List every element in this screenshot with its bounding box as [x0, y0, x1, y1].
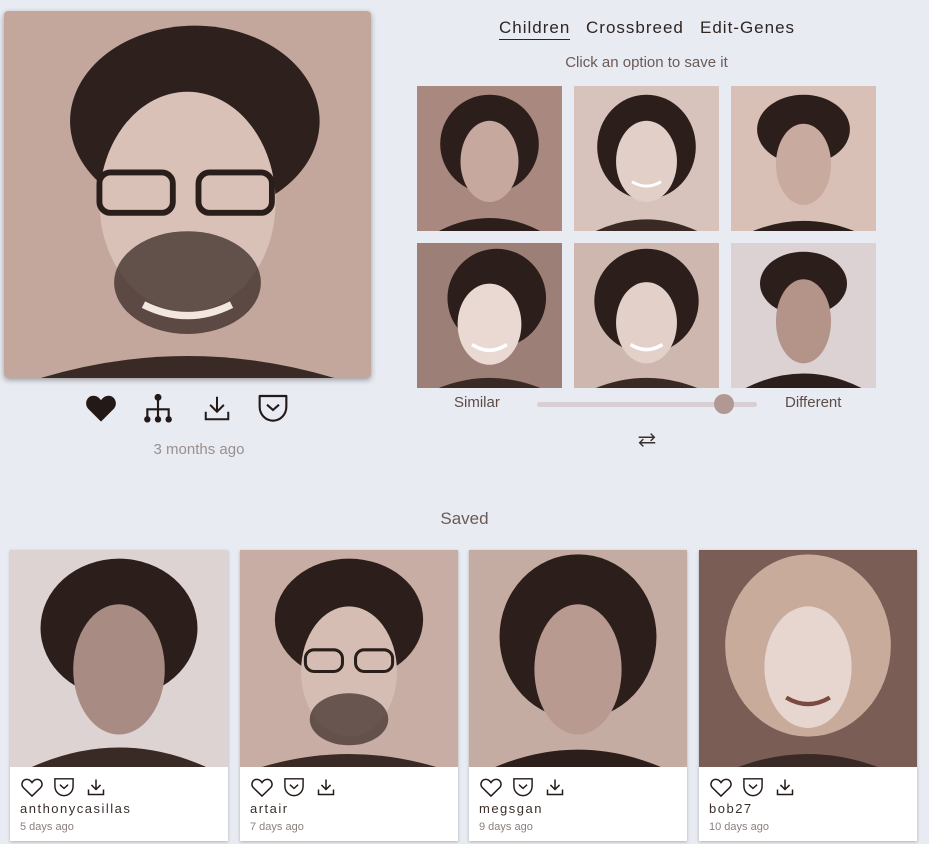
- saved-card[interactable]: bob27 10 days ago: [699, 550, 917, 841]
- main-portrait[interactable]: [4, 11, 371, 378]
- download-icon: [317, 779, 335, 796]
- heart-outline-icon: [251, 778, 273, 797]
- pocket-icon: [743, 778, 763, 797]
- heart-outline-icon: [710, 778, 732, 797]
- portrait-image: [574, 243, 719, 388]
- saved-portrait[interactable]: [469, 550, 687, 767]
- card-pocket-button[interactable]: [511, 776, 535, 798]
- pocket-icon: [258, 394, 288, 422]
- portrait-image: [731, 243, 876, 388]
- pocket-icon: [513, 778, 533, 797]
- download-button[interactable]: [200, 392, 234, 424]
- portrait-image: [731, 86, 876, 231]
- card-favorite-button[interactable]: [20, 776, 44, 798]
- card-download-button[interactable]: [773, 776, 797, 798]
- slider-label-similar: Similar: [454, 394, 500, 411]
- card-timestamp: 5 days ago: [20, 821, 74, 833]
- download-icon: [204, 396, 230, 421]
- pocket-icon: [54, 778, 74, 797]
- heart-outline-icon: [21, 778, 43, 797]
- card-username[interactable]: bob27: [709, 801, 753, 816]
- heart-outline-icon: [480, 778, 502, 797]
- child-option-3[interactable]: [731, 86, 876, 231]
- swap-arrows-icon: [638, 433, 656, 447]
- download-icon: [87, 779, 105, 796]
- saved-card[interactable]: megsgan 9 days ago: [469, 550, 687, 841]
- similarity-slider-thumb[interactable]: [714, 394, 734, 414]
- saved-portrait[interactable]: [10, 550, 228, 767]
- card-download-button[interactable]: [84, 776, 108, 798]
- portrait-image: [4, 11, 371, 378]
- instruction-text: Click an option to save it: [565, 54, 728, 71]
- pocket-icon: [284, 778, 304, 797]
- tab-edit-genes[interactable]: Edit-Genes: [700, 18, 795, 38]
- family-tree-icon: [144, 393, 172, 423]
- portrait-image: [574, 86, 719, 231]
- slider-label-different: Different: [785, 394, 842, 411]
- saved-portrait[interactable]: [699, 550, 917, 767]
- family-tree-button[interactable]: [141, 391, 175, 425]
- child-option-6[interactable]: [731, 243, 876, 388]
- child-option-4[interactable]: [417, 243, 562, 388]
- child-option-1[interactable]: [417, 86, 562, 231]
- tab-crossbreed[interactable]: Crossbreed: [586, 18, 684, 38]
- portrait-image: [417, 86, 562, 231]
- card-username[interactable]: anthonycasillas: [20, 801, 131, 816]
- child-option-5[interactable]: [574, 243, 719, 388]
- card-pocket-button[interactable]: [741, 776, 765, 798]
- saved-card[interactable]: artair 7 days ago: [240, 550, 458, 841]
- card-download-button[interactable]: [314, 776, 338, 798]
- card-username[interactable]: artair: [250, 801, 289, 816]
- card-timestamp: 9 days ago: [479, 821, 533, 833]
- card-timestamp: 7 days ago: [250, 821, 304, 833]
- saved-portrait[interactable]: [240, 550, 458, 767]
- heart-filled-icon: [86, 395, 116, 422]
- card-timestamp: 10 days ago: [709, 821, 769, 833]
- download-icon: [546, 779, 564, 796]
- pocket-save-button[interactable]: [256, 392, 290, 424]
- card-favorite-button[interactable]: [479, 776, 503, 798]
- saved-heading: Saved: [440, 509, 489, 528]
- tab-children[interactable]: Children: [499, 18, 571, 40]
- card-download-button[interactable]: [543, 776, 567, 798]
- portrait-image: [240, 550, 458, 767]
- download-icon: [776, 779, 794, 796]
- card-pocket-button[interactable]: [52, 776, 76, 798]
- portrait-image: [699, 550, 917, 767]
- favorite-button[interactable]: [83, 392, 119, 424]
- portrait-image: [417, 243, 562, 388]
- portrait-image: [10, 550, 228, 767]
- regenerate-button[interactable]: [635, 428, 659, 452]
- child-option-2[interactable]: [574, 86, 719, 231]
- portrait-image: [469, 550, 687, 767]
- main-timestamp: 3 months ago: [153, 441, 245, 458]
- card-favorite-button[interactable]: [250, 776, 274, 798]
- card-favorite-button[interactable]: [709, 776, 733, 798]
- saved-card[interactable]: anthonycasillas 5 days ago: [10, 550, 228, 841]
- card-pocket-button[interactable]: [282, 776, 306, 798]
- card-username[interactable]: megsgan: [479, 801, 543, 816]
